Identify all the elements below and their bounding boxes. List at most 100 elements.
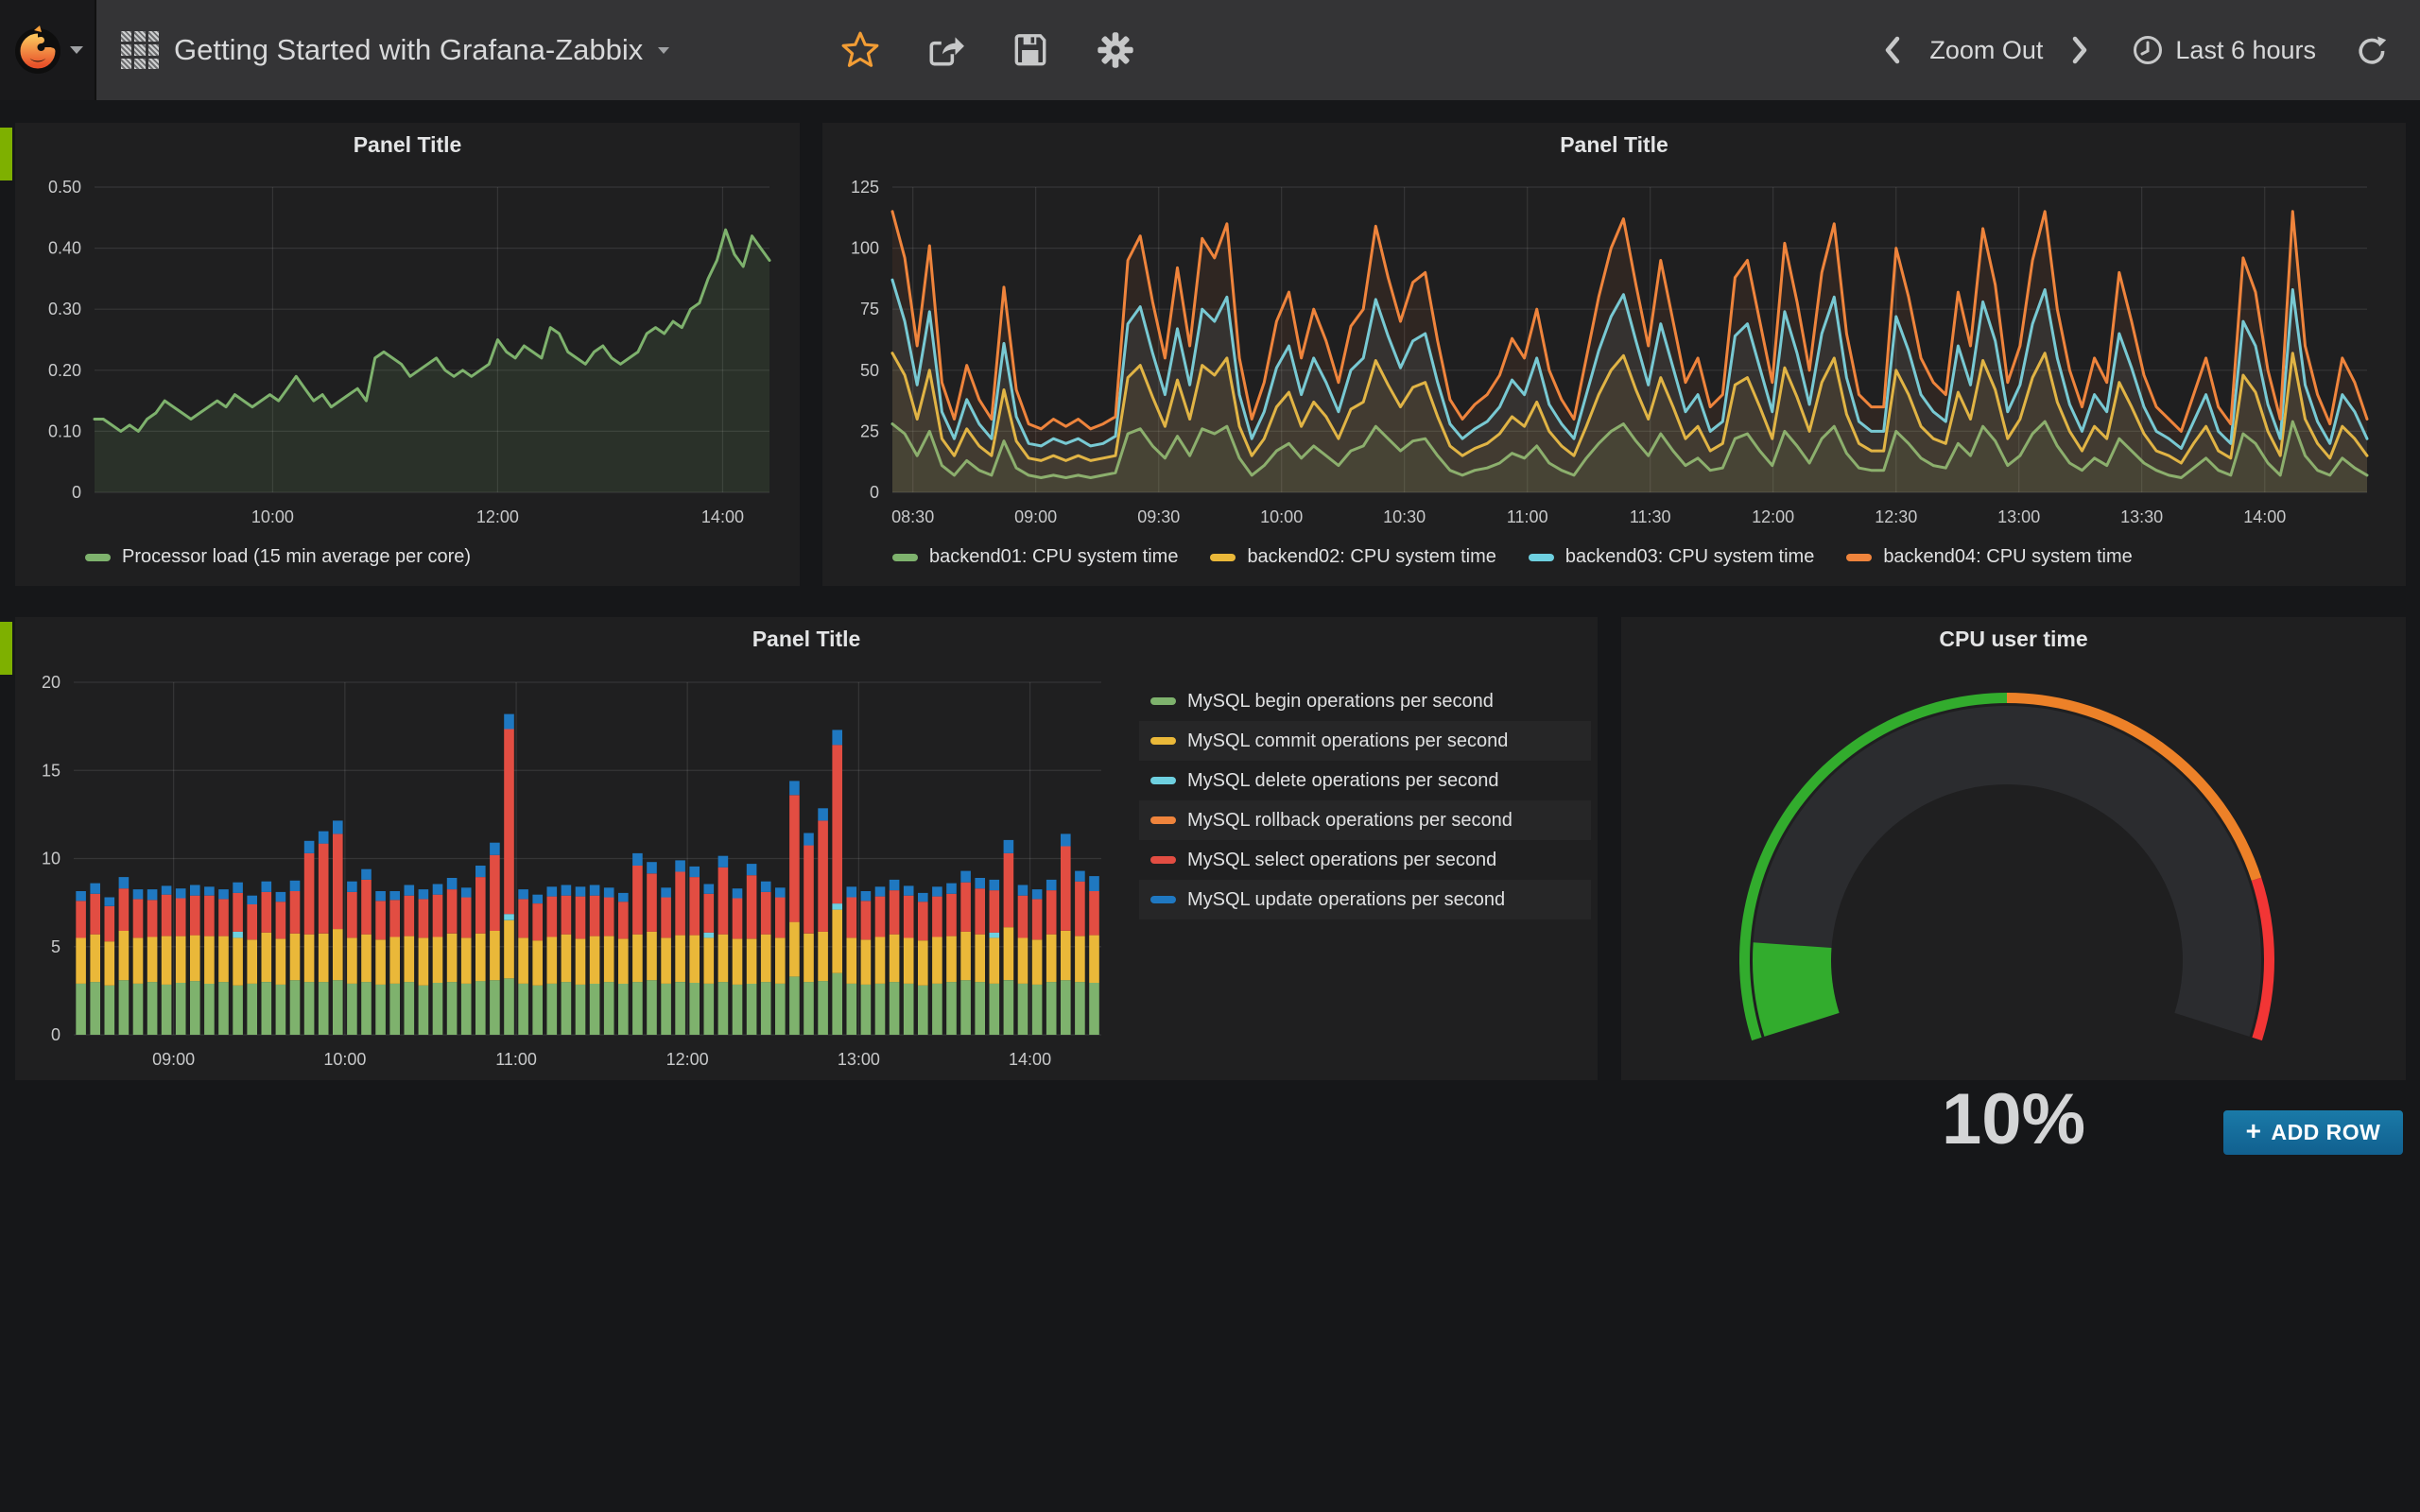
grafana-logo-icon xyxy=(11,24,64,77)
svg-text:0: 0 xyxy=(72,483,81,502)
legend-item[interactable]: backend02: CPU system time xyxy=(1210,546,1495,568)
svg-text:0.40: 0.40 xyxy=(48,239,81,258)
star-icon xyxy=(840,30,880,70)
svg-text:0: 0 xyxy=(870,483,879,502)
svg-text:10: 10 xyxy=(42,850,60,868)
legend: Processor load (15 min average per core) xyxy=(85,546,471,568)
legend-series-label: MySQL select operations per second xyxy=(1187,850,1496,871)
add-row-label: ADD ROW xyxy=(2271,1120,2380,1145)
legend-series-dash xyxy=(85,554,111,561)
dashboard-title-button[interactable]: Getting Started with Grafana-Zabbix xyxy=(121,0,669,100)
cpu-system-time-chart[interactable]: 025507510012508:3009:0009:3010:0010:3011… xyxy=(822,123,2406,586)
chevron-right-icon xyxy=(2067,35,2092,65)
panel-processor-load: Panel Title 00.100.200.300.400.5010:0012… xyxy=(15,123,800,586)
panel-mysql-operations: Panel Title 0510152009:0010:0011:0012:00… xyxy=(15,617,1598,1080)
legend-series-label: backend04: CPU system time xyxy=(1883,546,2132,568)
refresh-icon xyxy=(2354,33,2388,67)
svg-text:12:00: 12:00 xyxy=(476,507,519,526)
svg-text:10:00: 10:00 xyxy=(1260,507,1303,526)
add-row-button[interactable]: + ADD ROW xyxy=(2223,1110,2403,1155)
svg-text:14:00: 14:00 xyxy=(701,507,744,526)
legend-series-label: MySQL rollback operations per second xyxy=(1187,810,1512,832)
svg-text:14:00: 14:00 xyxy=(1009,1050,1051,1069)
chevron-down-icon xyxy=(658,47,669,54)
svg-text:12:00: 12:00 xyxy=(666,1050,709,1069)
svg-text:100: 100 xyxy=(851,239,879,258)
legend-series-dash xyxy=(892,554,918,561)
star-button[interactable] xyxy=(839,29,881,71)
svg-text:10:00: 10:00 xyxy=(323,1050,366,1069)
legend-series-label: MySQL update operations per second xyxy=(1187,889,1505,911)
svg-text:10:30: 10:30 xyxy=(1383,507,1426,526)
clock-icon xyxy=(2132,34,2164,66)
time-back-button[interactable] xyxy=(1880,35,1905,65)
legend-series-label: Processor load (15 min average per core) xyxy=(122,546,471,568)
svg-text:09:00: 09:00 xyxy=(152,1050,195,1069)
legend-series-dash xyxy=(1529,554,1554,561)
legend-series-label: MySQL begin operations per second xyxy=(1187,691,1494,713)
svg-text:11:00: 11:00 xyxy=(1507,507,1548,526)
time-forward-button[interactable] xyxy=(2067,35,2092,65)
legend-series-label: MySQL commit operations per second xyxy=(1187,730,1508,752)
row-menu-tab[interactable] xyxy=(0,622,12,675)
legend-item[interactable]: MySQL begin operations per second xyxy=(1139,681,1591,721)
svg-text:50: 50 xyxy=(860,361,879,380)
legend-series-label: backend03: CPU system time xyxy=(1565,546,1814,568)
time-controls: Zoom Out Last 6 hours xyxy=(1880,0,2388,100)
svg-text:09:30: 09:30 xyxy=(1137,507,1180,526)
legend-item[interactable]: Processor load (15 min average per core) xyxy=(85,546,471,568)
cpu-user-time-gauge[interactable] xyxy=(1621,617,2406,1080)
svg-text:125: 125 xyxy=(851,178,879,197)
svg-text:0.10: 0.10 xyxy=(48,421,81,440)
chevron-left-icon xyxy=(1880,35,1905,65)
svg-text:25: 25 xyxy=(860,421,879,440)
plus-icon: + xyxy=(2246,1116,2262,1146)
svg-text:10:00: 10:00 xyxy=(251,507,294,526)
dashboard-grid-icon xyxy=(121,31,159,69)
share-icon xyxy=(925,30,965,70)
grafana-logo-menu[interactable] xyxy=(0,0,96,100)
legend-item[interactable]: backend01: CPU system time xyxy=(892,546,1178,568)
legend-item[interactable]: MySQL rollback operations per second xyxy=(1139,800,1591,840)
legend-series-dash xyxy=(1150,816,1176,824)
save-button[interactable] xyxy=(1010,29,1051,71)
legend-series-label: backend02: CPU system time xyxy=(1247,546,1495,568)
processor-load-chart[interactable]: 00.100.200.300.400.5010:0012:0014:00 xyxy=(15,123,800,586)
legend-series-label: backend01: CPU system time xyxy=(929,546,1178,568)
legend-series-dash xyxy=(1150,896,1176,903)
time-range-picker[interactable]: Last 6 hours xyxy=(2132,34,2316,66)
row-menu-tab[interactable] xyxy=(0,128,12,180)
dashboard-title: Getting Started with Grafana-Zabbix xyxy=(174,33,643,67)
legend-series-dash xyxy=(1210,554,1236,561)
legend: MySQL begin operations per second MySQL c… xyxy=(1139,681,1591,919)
zoom-out-button[interactable]: Zoom Out xyxy=(1929,36,2043,65)
svg-text:15: 15 xyxy=(42,761,60,780)
svg-text:13:00: 13:00 xyxy=(1997,507,2040,526)
gear-icon xyxy=(1095,29,1136,71)
svg-text:08:30: 08:30 xyxy=(891,507,934,526)
legend-item[interactable]: MySQL commit operations per second xyxy=(1139,721,1591,761)
legend-item[interactable]: MySQL delete operations per second xyxy=(1139,761,1591,800)
svg-text:5: 5 xyxy=(51,937,60,956)
legend-item[interactable]: MySQL update operations per second xyxy=(1139,880,1591,919)
save-icon xyxy=(1011,30,1050,70)
navbar: Getting Started with Grafana-Zabbix xyxy=(0,0,2420,100)
legend-series-dash xyxy=(1150,737,1176,745)
legend-item[interactable]: backend04: CPU system time xyxy=(1846,546,2132,568)
svg-text:14:00: 14:00 xyxy=(2243,507,2286,526)
svg-text:13:30: 13:30 xyxy=(2120,507,2163,526)
svg-text:0.20: 0.20 xyxy=(48,361,81,380)
svg-text:0.50: 0.50 xyxy=(48,178,81,197)
share-button[interactable] xyxy=(925,29,966,71)
svg-text:12:30: 12:30 xyxy=(1875,507,1917,526)
legend-series-label: MySQL delete operations per second xyxy=(1187,770,1498,792)
legend-item[interactable]: backend03: CPU system time xyxy=(1529,546,1814,568)
settings-button[interactable] xyxy=(1095,29,1136,71)
legend-series-dash xyxy=(1846,554,1872,561)
navbar-actions xyxy=(839,0,1136,100)
refresh-button[interactable] xyxy=(2354,33,2388,67)
svg-text:0: 0 xyxy=(51,1025,60,1044)
panel-cpu-user-time: CPU user time 10% xyxy=(1621,617,2406,1080)
legend-item[interactable]: MySQL select operations per second xyxy=(1139,840,1591,880)
svg-text:75: 75 xyxy=(860,300,879,318)
